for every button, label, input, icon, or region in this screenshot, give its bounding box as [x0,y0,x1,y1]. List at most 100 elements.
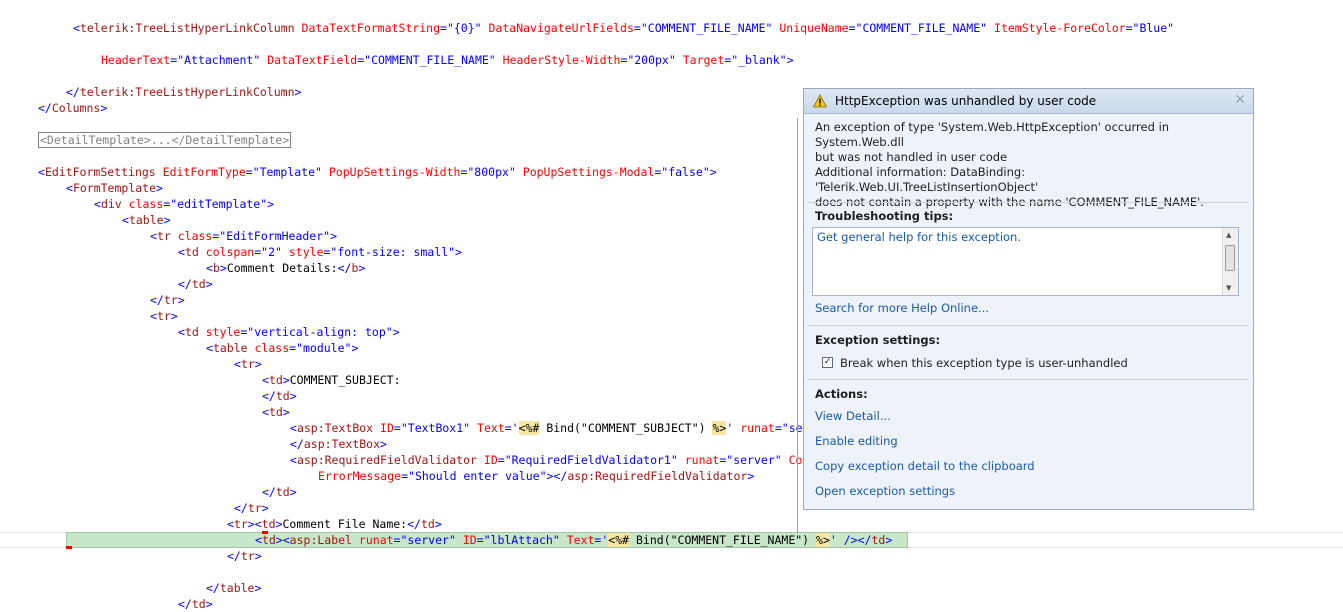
code-token: > [219,261,227,275]
code-token: tr [163,293,178,307]
code-token: > [170,309,178,323]
code-token: > [261,501,269,515]
code-line-29[interactable]: <td><asp:Label runat="server" ID="lblAtt… [255,532,892,548]
copy-exception-detail-link[interactable]: Copy exception detail to the clipboard [815,459,1035,473]
code-token: "{0}" [446,21,482,35]
code-token: > [267,197,275,211]
code-line-30[interactable]: </tr> [227,548,262,564]
code-line-9[interactable]: <table> [122,212,171,228]
code-line-26[interactable]: </td> [262,484,297,500]
code-token: telerik:TreeListHyperLinkColumn [79,21,295,35]
code-line-4[interactable]: </Columns> [38,100,107,116]
code-line-11[interactable]: <td colspan="2" style="font-size: small"… [178,244,462,260]
exception-assistant: HttpException was unhandled by user code… [803,88,1254,510]
code-token: "Should enter value" [408,469,547,483]
code-token: "COMMENT_FILE_NAME" [640,21,773,35]
error-squiggle-marker [66,546,72,549]
code-token: </ [150,293,164,307]
code-line-21[interactable]: <td> [262,404,290,420]
code-token: "EditFormHeader" [219,229,331,243]
code-token: > [294,85,302,99]
code-line-6[interactable]: <EditFormSettings EditFormType="Template… [38,164,717,180]
code-line-19[interactable]: <td>COMMENT_SUBJECT: [262,372,401,388]
actions-header: Actions: [815,387,868,401]
code-token: Text [566,533,595,547]
code-token: < [73,21,80,35]
break-on-exception-label[interactable]: Break when this exception type is user-u… [840,356,1128,370]
code-token: "font-size: small" [330,245,456,259]
code-token: > [330,229,338,243]
code-token: td [871,533,886,547]
scroll-thumb[interactable] [1225,245,1235,271]
code-token: </ [262,485,276,499]
code-line-2[interactable]: HeaderText="Attachment" DataTextField="C… [101,52,794,68]
code-token: ' [829,533,837,547]
troubleshooting-tips-list[interactable]: Get general help for this exception. ▲ ▼ [812,227,1239,296]
exception-settings-header: Exception settings: [815,333,941,347]
code-token: ID [483,453,498,467]
code-line-16[interactable]: <td style="vertical-align: top"> [178,324,400,340]
code-line-13[interactable]: </td> [178,276,213,292]
code-line-27[interactable]: </tr> [234,500,269,516]
code-token: > [254,581,262,595]
code-token: ' [726,421,734,435]
code-token: COMMENT_SUBJECT: [289,373,401,387]
code-line-18[interactable]: <tr> [234,356,262,372]
enable-editing-link[interactable]: Enable editing [815,434,898,448]
open-exception-settings-link[interactable]: Open exception settings [815,484,955,498]
code-token: < [206,341,213,355]
code-line-23[interactable]: </asp:TextBox> [290,436,387,452]
code-line-8[interactable]: <div class="editTemplate"> [94,196,274,212]
code-line-17[interactable]: <table class="module"> [206,340,358,356]
code-token: "200px" [627,53,676,67]
code-token: > [177,293,185,307]
code-token: %> [712,421,727,435]
code-token: tr [240,549,255,563]
code-token: < [282,533,290,547]
code-line-5[interactable]: <DetailTemplate>...</DetailTemplate> [38,132,292,148]
code-token: asp:RequiredFieldValidator [296,453,477,467]
code-token: > [455,245,462,259]
search-help-online-link[interactable]: Search for more Help Online... [815,301,989,315]
code-line-12[interactable]: <b>Comment Details:</b> [206,260,365,276]
code-token: < [66,181,73,195]
code-token: Comment File Name: [282,517,408,531]
code-token: td [268,373,283,387]
code-line-3[interactable]: </telerik:TreeListHyperLinkColumn> [66,84,301,100]
code-token: style [288,245,324,259]
scroll-up-icon[interactable]: ▲ [1226,231,1231,239]
code-line-22[interactable]: <asp:TextBox ID="TextBox1" Text='<%# Bin… [290,420,803,436]
code-line-10[interactable]: <tr class="EditFormHeader"> [150,228,337,244]
code-line-14[interactable]: </tr> [150,292,185,308]
code-token: td [275,485,290,499]
code-line-7[interactable]: <FormTemplate> [66,180,163,196]
close-icon[interactable]: ✕ [1234,92,1246,108]
code-token: PopUpSettings-Width [328,165,461,179]
scroll-down-icon[interactable]: ▼ [1226,284,1231,292]
code-line-20[interactable]: </td> [262,388,297,404]
view-detail-link[interactable]: View Detail... [815,409,891,423]
code-token: > [275,533,283,547]
code-line-25[interactable]: ErrorMessage="Should enter value"></asp:… [318,468,754,484]
code-token: table [212,341,248,355]
code-line-15[interactable]: <tr> [150,308,178,324]
code-line-28[interactable]: <tr><td>Comment File Name:</td> [227,516,442,532]
code-line-1[interactable]: <telerik:TreeListHyperLinkColumn DataTex… [73,20,1174,36]
code-line-24[interactable]: <asp:RequiredFieldValidator ID="Required… [290,452,802,468]
code-token: EditFormSettings [44,165,156,179]
general-help-link[interactable]: Get general help for this exception. [817,230,1021,244]
divider [808,325,1249,326]
tips-scrollbar[interactable]: ▲ ▼ [1222,228,1238,295]
code-token: "editTemplate" [170,197,268,211]
troubleshooting-header: Troubleshooting tips: [815,209,954,223]
code-token: "800px" [467,165,516,179]
code-line-31[interactable]: </table> [206,580,261,596]
collapsed-region[interactable]: <DetailTemplate>...</DetailTemplate> [38,132,292,148]
code-token: > [786,53,794,67]
code-line-32[interactable]: </td> [178,596,213,612]
exception-message-line: An exception of type 'System.Web.HttpExc… [815,120,1170,149]
break-on-exception-checkbox[interactable]: ✓ [822,357,833,368]
code-token: "Blue" [1132,21,1175,35]
code-token: /> [836,533,858,547]
code-token: < [262,405,269,419]
